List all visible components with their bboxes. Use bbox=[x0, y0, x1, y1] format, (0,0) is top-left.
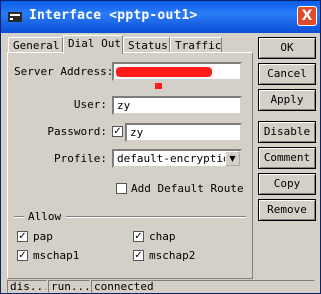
router-icon bbox=[8, 12, 22, 22]
dialog-body: General Dial Out Status Traffic Server A… bbox=[4, 33, 318, 293]
user-field[interactable]: zy bbox=[112, 96, 242, 115]
dial-out-panel: Server Address: User: zy Password: ✓ zy … bbox=[7, 52, 253, 279]
profile-select[interactable]: default-encryption ▼ bbox=[112, 149, 242, 168]
user-label: User: bbox=[73, 98, 107, 111]
allow-group-line-right bbox=[66, 216, 246, 218]
status-cell-disabled: dis... bbox=[7, 280, 47, 293]
allow-group-title: Allow bbox=[28, 210, 62, 223]
pap-label: pap bbox=[33, 230, 53, 243]
title-bar[interactable]: Interface <pptp-out1> X bbox=[1, 1, 320, 33]
server-address-label: Server Address: bbox=[14, 65, 114, 78]
mschap1-label: mschap1 bbox=[33, 249, 80, 262]
window-title: Interface <pptp-out1> bbox=[29, 8, 198, 23]
redaction-mark bbox=[116, 67, 212, 77]
tab-status[interactable]: Status bbox=[123, 37, 170, 53]
password-field[interactable]: zy bbox=[125, 123, 242, 142]
mschap1-checkbox[interactable]: ✓ bbox=[17, 250, 28, 261]
mschap2-checkbox[interactable]: ✓ bbox=[133, 250, 144, 261]
chap-checkbox[interactable]: ✓ bbox=[133, 231, 144, 242]
tab-general[interactable]: General bbox=[8, 37, 63, 53]
ok-button[interactable]: OK bbox=[258, 37, 316, 59]
status-cell-connection: connected bbox=[91, 280, 315, 293]
tab-traffic[interactable]: Traffic bbox=[170, 37, 222, 53]
add-default-route-checkbox[interactable] bbox=[116, 183, 127, 194]
close-button[interactable]: X bbox=[297, 6, 317, 26]
allow-group-line-left bbox=[14, 216, 24, 218]
cancel-button[interactable]: Cancel bbox=[258, 63, 316, 85]
pap-checkbox[interactable]: ✓ bbox=[17, 231, 28, 242]
tab-dial-out[interactable]: Dial Out bbox=[63, 35, 123, 54]
chevron-down-icon[interactable]: ▼ bbox=[225, 151, 240, 166]
status-cell-running: run... bbox=[48, 280, 90, 293]
remove-button[interactable]: Remove bbox=[258, 199, 316, 221]
add-default-route-label: Add Default Route bbox=[131, 182, 244, 195]
disable-button[interactable]: Disable bbox=[258, 121, 316, 143]
password-label: Password: bbox=[47, 125, 107, 138]
redaction-mark-dot bbox=[155, 83, 162, 89]
chap-label: chap bbox=[149, 230, 176, 243]
interface-window: Interface <pptp-out1> X General Dial Out… bbox=[0, 0, 321, 294]
copy-button[interactable]: Copy bbox=[258, 173, 316, 195]
password-show-checkbox[interactable]: ✓ bbox=[112, 126, 123, 137]
profile-label: Profile: bbox=[54, 152, 107, 165]
server-address-field[interactable] bbox=[112, 62, 242, 81]
apply-button[interactable]: Apply bbox=[258, 89, 316, 111]
mschap2-label: mschap2 bbox=[149, 249, 196, 262]
comment-button[interactable]: Comment bbox=[258, 147, 316, 169]
profile-value: default-encryption bbox=[117, 152, 237, 165]
